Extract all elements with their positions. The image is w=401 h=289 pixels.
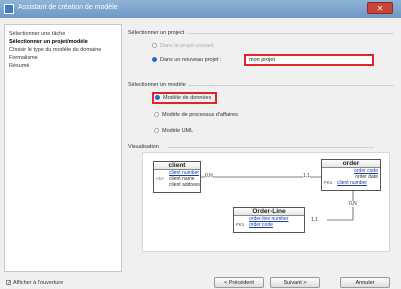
entity-order[interactable]: order order code order date FK1 client nu… <box>321 159 381 191</box>
radio-current-project[interactable]: Dans le projet courant <box>152 43 214 49</box>
radio-process-model-label: Modèle de processus d'affaires <box>162 112 238 118</box>
entity-row: FK1 order code <box>236 222 273 228</box>
cardinality-order-bottom: 0,N <box>349 201 357 207</box>
entity-order-name: order <box>322 160 380 168</box>
entity-row: client address <box>169 182 200 188</box>
radio-uml-model-label: Modèle UML <box>162 128 194 134</box>
next-button[interactable]: Suivant > <box>270 277 320 288</box>
model-separator <box>188 85 394 86</box>
cardinality-order: 1,1 <box>303 173 310 179</box>
previous-button[interactable]: < Précédent <box>214 277 264 288</box>
close-icon: ✕ <box>376 4 384 13</box>
step-model-type[interactable]: Choisir le type du modèle du domaine <box>9 47 101 53</box>
radio-dot <box>155 95 160 101</box>
entity-order-line[interactable]: Order-Line order-line number FK1 order co… <box>233 207 305 233</box>
radio-new-label: Dans un nouveau projet : <box>160 57 222 63</box>
project-separator <box>188 33 394 34</box>
main-panel: Sélectionner un project Dans le projet c… <box>128 22 394 272</box>
close-button[interactable]: ✕ <box>367 2 393 14</box>
preview-label: Visualisation <box>128 144 159 150</box>
step-formalism[interactable]: Formalisme <box>9 55 38 61</box>
entity-row: FK1 client number <box>324 180 368 186</box>
radio-data-model-label: Modèle de données <box>163 95 212 101</box>
cardinality-line: 1,1 <box>311 217 318 223</box>
entity-client-name: client <box>154 162 200 170</box>
model-section-label: Sélectionner un modèle <box>128 82 186 88</box>
project-name-input[interactable]: mon projet <box>244 54 374 66</box>
model-preview: client client number <1> client name clie… <box>142 152 390 252</box>
project-section-label: Sélectionner un project <box>128 30 185 36</box>
step-select-task[interactable]: Sélectionner une tâche <box>9 31 65 37</box>
radio-new-project[interactable]: Dans un nouveau projet : <box>152 57 221 63</box>
preview-separator <box>168 147 374 148</box>
cardinality-client: 0,N <box>205 173 213 179</box>
show-at-startup-checkbox[interactable]: ✓ Afficher à l'ouverture <box>6 280 63 286</box>
radio-uml-model[interactable]: Modèle UML <box>154 128 193 134</box>
radio-data-model[interactable]: Modèle de données <box>151 92 218 104</box>
window-title: Assistant de création de modèle <box>18 4 118 11</box>
step-summary[interactable]: Résumé <box>9 63 29 69</box>
radio-current-label: Dans le projet courant <box>160 43 214 49</box>
checkbox-icon: ✓ <box>6 280 12 287</box>
entity-client[interactable]: client client number <1> client name clie… <box>153 161 201 193</box>
entity-order-line-name: Order-Line <box>234 208 304 216</box>
app-icon <box>4 4 14 14</box>
radio-process-model[interactable]: Modèle de processus d'affaires <box>154 112 238 118</box>
footer-bar: ✓ Afficher à l'ouverture < Précédent Suiv… <box>0 276 401 289</box>
radio-dot <box>152 57 157 63</box>
step-select-project[interactable]: Sélectionner un projet/modèle <box>9 39 88 45</box>
radio-dot <box>154 128 159 134</box>
title-bar: Assistant de création de modèle ✕ <box>0 0 401 18</box>
steps-panel: Sélectionner une tâche Sélectionner un p… <box>4 24 122 272</box>
radio-dot <box>152 43 157 49</box>
radio-dot <box>154 112 159 118</box>
cancel-button[interactable]: Annuler <box>340 277 390 288</box>
show-at-startup-label: Afficher à l'ouverture <box>13 280 64 286</box>
